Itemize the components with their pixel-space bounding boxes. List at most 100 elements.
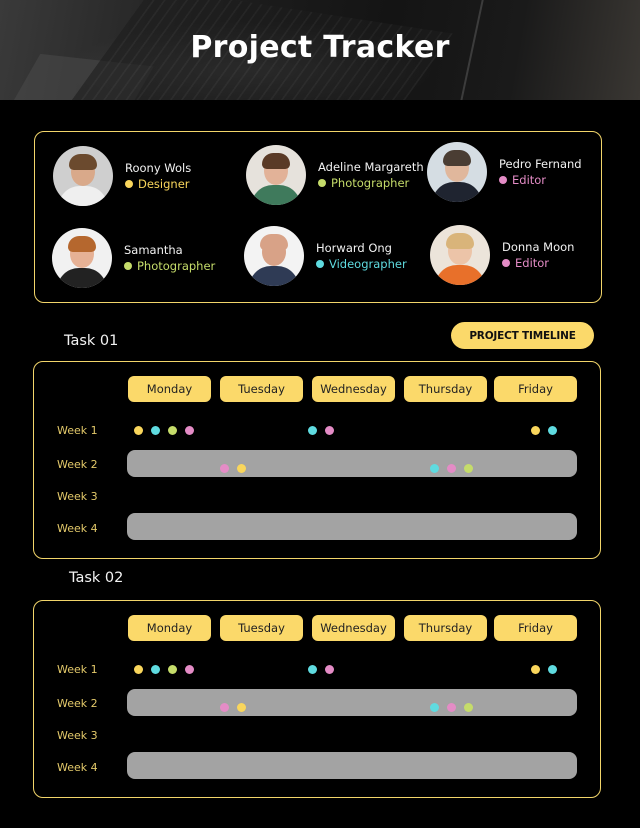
day-header-friday[interactable]: Friday bbox=[494, 615, 577, 641]
assignment-dot-designer[interactable] bbox=[237, 464, 246, 473]
member-name: Roony Wols bbox=[125, 161, 192, 175]
avatar-samantha bbox=[52, 228, 112, 288]
assignment-dot-photographer[interactable] bbox=[463, 464, 473, 473]
member-info: Horward Ong Videographer bbox=[316, 240, 407, 272]
avatar-donna-moon bbox=[430, 225, 490, 285]
avatar-hair bbox=[262, 153, 290, 169]
member-name: Samantha bbox=[124, 243, 183, 257]
assignment-dot-editor[interactable] bbox=[185, 426, 194, 435]
week-label: Week 4 bbox=[57, 522, 98, 535]
assignment-dot-videographer[interactable] bbox=[548, 426, 557, 435]
day-header-friday[interactable]: Friday bbox=[494, 376, 577, 402]
assignment-dot-photographer[interactable] bbox=[168, 426, 177, 435]
day-header-monday[interactable]: Monday bbox=[128, 376, 211, 402]
role-color-dot-icon bbox=[316, 260, 324, 268]
avatar-adeline-margareth bbox=[246, 145, 306, 205]
member-role-label: Photographer bbox=[137, 259, 216, 273]
day-header-tuesday[interactable]: Tuesday bbox=[220, 615, 303, 641]
role-color-dot-icon bbox=[318, 179, 326, 187]
avatar-roony-wols bbox=[53, 146, 113, 206]
week-label: Week 3 bbox=[57, 490, 98, 503]
week-bar-week-4[interactable] bbox=[127, 752, 577, 779]
assignment-dot-videographer[interactable] bbox=[308, 665, 317, 674]
member-info: Samantha Photographer bbox=[124, 242, 215, 274]
member-name: Adeline Margareth bbox=[318, 160, 424, 174]
assignment-dot-photographer[interactable] bbox=[463, 703, 473, 712]
assignment-dot-editor[interactable] bbox=[220, 464, 229, 473]
team-member: Roony Wols Designer bbox=[53, 146, 191, 206]
week-label: Week 3 bbox=[57, 729, 98, 742]
member-role: Photographer bbox=[318, 175, 424, 191]
header-banner: Project Tracker bbox=[0, 0, 640, 100]
assignment-dot-editor[interactable] bbox=[325, 665, 334, 674]
avatar-hair bbox=[69, 154, 97, 170]
week-bar-week-4[interactable] bbox=[127, 513, 577, 540]
assignment-dot-videographer[interactable] bbox=[151, 426, 160, 435]
assignment-dot-videographer[interactable] bbox=[429, 703, 439, 712]
member-info: Pedro Fernand Editor bbox=[499, 156, 582, 188]
week-label: Week 2 bbox=[57, 458, 98, 471]
team-members-card: Roony Wols Designer Adeline Margareth Photo… bbox=[34, 131, 602, 303]
avatar-hair bbox=[443, 150, 471, 166]
day-header-monday[interactable]: Monday bbox=[128, 615, 211, 641]
assignment-dot-videographer[interactable] bbox=[548, 665, 557, 674]
assignment-dot-editor[interactable] bbox=[446, 464, 456, 473]
avatar-hair bbox=[68, 236, 96, 252]
team-member: Samantha Photographer bbox=[52, 228, 215, 288]
assignment-dot-designer[interactable] bbox=[134, 665, 143, 674]
assignment-dot-designer[interactable] bbox=[531, 665, 540, 674]
day-header-tuesday[interactable]: Tuesday bbox=[220, 376, 303, 402]
assignment-dot-videographer[interactable] bbox=[151, 665, 160, 674]
member-info: Donna Moon Editor bbox=[502, 239, 574, 271]
member-role-label: Designer bbox=[138, 177, 190, 191]
role-color-dot-icon bbox=[125, 180, 133, 188]
member-role-label: Editor bbox=[515, 256, 550, 270]
member-info: Roony Wols Designer bbox=[125, 160, 191, 192]
assignment-dot-photographer[interactable] bbox=[168, 665, 177, 674]
week-label: Week 2 bbox=[57, 697, 98, 710]
member-info: Adeline Margareth Photographer bbox=[318, 159, 424, 191]
week-bar-week-2[interactable] bbox=[127, 689, 577, 716]
day-header-wednesday[interactable]: Wednesday bbox=[312, 376, 395, 402]
task-02-schedule: Monday Tuesday Wednesday Thursday Friday Week… bbox=[33, 600, 601, 798]
member-role-label: Photographer bbox=[331, 176, 410, 190]
avatar-hair bbox=[260, 234, 288, 250]
week-label: Week 1 bbox=[57, 663, 98, 676]
project-timeline-button[interactable]: PROJECT TIMELINE bbox=[451, 322, 594, 349]
task-01-schedule: Monday Tuesday Wednesday Thursday Friday Week… bbox=[33, 361, 601, 559]
assignment-dot-designer[interactable] bbox=[531, 426, 540, 435]
role-color-dot-icon bbox=[124, 262, 132, 270]
day-header-thursday[interactable]: Thursday bbox=[404, 615, 487, 641]
member-role: Editor bbox=[499, 172, 582, 188]
assignment-dot-videographer[interactable] bbox=[308, 426, 317, 435]
week-label: Week 1 bbox=[57, 424, 98, 437]
team-member: Adeline Margareth Photographer bbox=[246, 145, 424, 205]
assignment-dot-designer[interactable] bbox=[237, 703, 246, 712]
member-name: Donna Moon bbox=[502, 240, 575, 254]
assignment-dot-editor[interactable] bbox=[185, 665, 194, 674]
member-role: Designer bbox=[125, 176, 191, 192]
member-role: Editor bbox=[502, 255, 574, 271]
member-role: Photographer bbox=[124, 258, 215, 274]
member-role: Videographer bbox=[316, 256, 407, 272]
week-label: Week 4 bbox=[57, 761, 98, 774]
assignment-dot-designer[interactable] bbox=[134, 426, 143, 435]
assignment-dot-videographer[interactable] bbox=[429, 464, 439, 473]
day-header-thursday[interactable]: Thursday bbox=[404, 376, 487, 402]
member-name: Horward Ong bbox=[316, 241, 392, 255]
role-color-dot-icon bbox=[502, 259, 510, 267]
team-member: Horward Ong Videographer bbox=[244, 226, 407, 286]
assignment-dot-editor[interactable] bbox=[325, 426, 334, 435]
page-title: Project Tracker bbox=[190, 30, 450, 65]
day-header-wednesday[interactable]: Wednesday bbox=[312, 615, 395, 641]
member-name: Pedro Fernand bbox=[499, 157, 582, 171]
assignment-dot-editor[interactable] bbox=[220, 703, 229, 712]
avatar-hair bbox=[446, 233, 474, 249]
assignment-dot-editor[interactable] bbox=[446, 703, 456, 712]
avatar-horward-ong bbox=[244, 226, 304, 286]
team-member: Donna Moon Editor bbox=[430, 225, 574, 285]
avatar-pedro-fernand bbox=[427, 142, 487, 202]
role-color-dot-icon bbox=[499, 176, 507, 184]
team-member: Pedro Fernand Editor bbox=[427, 142, 582, 202]
week-bar-week-2[interactable] bbox=[127, 450, 577, 477]
